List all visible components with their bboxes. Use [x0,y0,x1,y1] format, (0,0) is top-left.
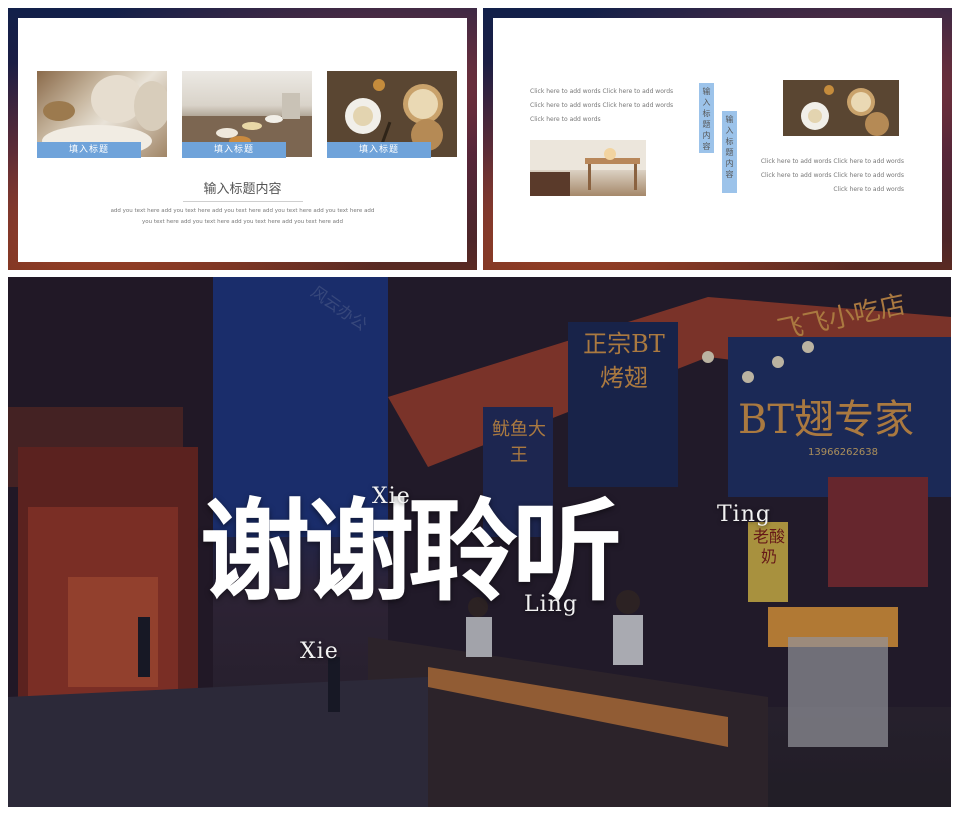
photo-caption-tag-1: 填入标题 [37,142,141,158]
left-text-line-2: Click here to add words Click here to ad… [530,102,674,109]
left-text-line-1: Click here to add words Click here to ad… [530,88,674,95]
vertical-title-tag-2: 输入标题内容 [722,111,737,193]
slide-card: 填入标题 填入标题 填入标题 输入标题内容 add you text here … [18,18,467,262]
pinyin-ting: Ting [717,502,771,527]
dumplings-small-illustration [801,85,889,136]
body-line-1: add you text here add you text here add … [110,208,375,214]
pinyin-ling: Ling [524,592,578,617]
pinyin-xie-bottom: Xie [300,639,339,664]
heading-underline [183,201,303,202]
vertical-title-tag-1: 输入标题内容 [699,83,714,153]
slide-heading: 输入标题内容 [203,182,282,197]
kitchen-interior-illustration [530,140,646,196]
left-text-line-3: Click here to add words [530,116,601,123]
body-line-2: you text here add you text here add you … [141,219,344,225]
right-text-line-3: Click here to add words [833,186,904,193]
photo-caption-tag-3: 填入标题 [327,142,431,158]
right-text-line-2: Click here to add words Click here to ad… [760,172,904,179]
slide-thumbnail-1[interactable]: 填入标题 填入标题 填入标题 输入标题内容 add you text here … [8,8,477,270]
pinyin-xie-top: Xie [372,484,411,509]
kitchen-interior-photo [530,140,646,196]
slide-card: Click here to add words Click here to ad… [493,18,942,262]
dumplings-photo-small [783,80,899,136]
slide-thumbnail-2[interactable]: Click here to add words Click here to ad… [483,8,952,270]
photo-caption-tag-2: 填入标题 [182,142,286,158]
right-text-line-1: Click here to add words Click here to ad… [760,158,904,165]
